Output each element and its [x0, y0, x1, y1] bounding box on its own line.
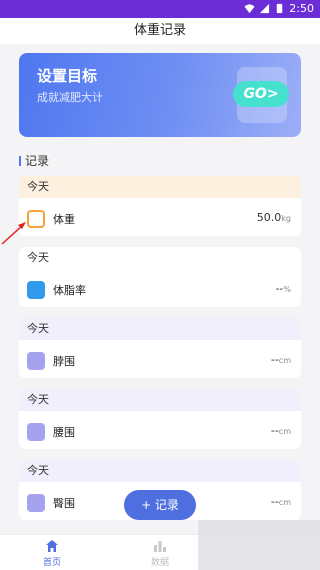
record-unit: kg [281, 214, 291, 223]
record-value: --% [275, 282, 291, 295]
chart-icon [154, 541, 166, 552]
section-marker [19, 156, 21, 166]
go-button[interactable]: GO> [233, 81, 289, 107]
home-icon [46, 540, 58, 552]
record-value: --cm [270, 424, 291, 437]
record-card[interactable]: 今天体脂率 --% [19, 247, 301, 307]
signal-icon [260, 3, 270, 14]
battery-icon [277, 3, 283, 14]
record-label: 臀围 [53, 497, 75, 510]
neck-icon [27, 352, 45, 370]
page-title: 体重记录 [0, 18, 320, 44]
nav-home-label: 首页 [42, 558, 61, 568]
add-record-button[interactable]: + 记录 [124, 490, 196, 520]
record-unit: % [283, 285, 291, 294]
record-value: --cm [270, 353, 291, 366]
record-unit: cm [278, 356, 291, 365]
nav-home[interactable]: 首页 [22, 539, 82, 568]
status-icons: 2:50 [244, 2, 314, 15]
record-value: --cm [270, 495, 291, 508]
record-label: 体脂率 [53, 284, 86, 297]
watermark [198, 520, 320, 570]
record-date: 今天 [19, 176, 301, 198]
record-card[interactable]: 今天脖围 --cm [19, 318, 301, 378]
banner-title: 设置目标 [37, 67, 98, 85]
record-date: 今天 [19, 247, 301, 269]
record-label: 体重 [53, 213, 75, 226]
status-time: 2:50 [289, 2, 314, 15]
record-row[interactable]: 体脂率 --% [19, 269, 301, 307]
record-unit: cm [278, 498, 291, 507]
record-value: 50.0kg [256, 211, 291, 224]
wifi-icon [244, 4, 255, 14]
section-title: 记录 [19, 152, 49, 169]
record-date: 今天 [19, 318, 301, 340]
waist-icon [27, 423, 45, 441]
record-date: 今天 [19, 389, 301, 411]
record-row[interactable]: 腰围 --cm [19, 411, 301, 449]
status-bar: 2:50 [0, 0, 320, 18]
record-label: 腰围 [53, 426, 75, 439]
fat-icon [27, 281, 45, 299]
record-card[interactable]: 今天腰围 --cm [19, 389, 301, 449]
record-card[interactable]: 今天体重 50.0kg [19, 176, 301, 236]
record-label: 脖围 [53, 355, 75, 368]
record-date: 今天 [19, 460, 301, 482]
record-row[interactable]: 体重 50.0kg [19, 198, 301, 236]
hip-icon [27, 494, 45, 512]
banner-subtitle: 成就减肥大计 [37, 91, 103, 104]
nav-data-label: 数据 [150, 558, 169, 568]
record-unit: cm [278, 427, 291, 436]
scale-icon [27, 210, 45, 228]
nav-data[interactable]: 数据 [130, 539, 190, 568]
record-row[interactable]: 脖围 --cm [19, 340, 301, 378]
